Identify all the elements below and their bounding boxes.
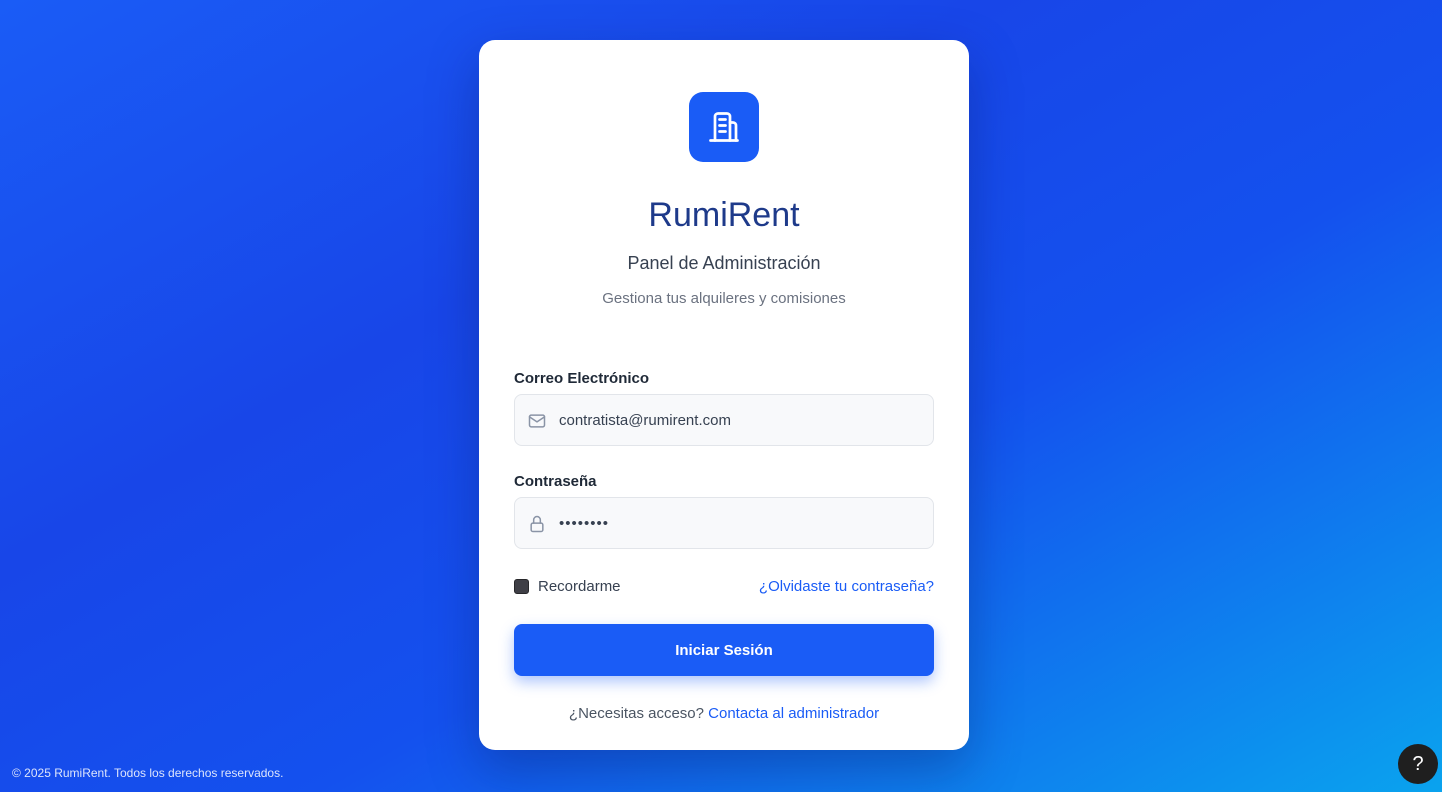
email-input[interactable] (559, 395, 919, 445)
logo-badge (689, 92, 759, 162)
access-prompt-text: ¿Necesitas acceso? (568, 705, 704, 722)
password-field[interactable] (514, 497, 934, 549)
login-button[interactable]: Iniciar Sesión (514, 624, 934, 676)
remember-checkbox[interactable] (514, 579, 529, 594)
help-button[interactable]: ? (1398, 744, 1438, 784)
lock-icon (530, 515, 544, 533)
access-prompt: ¿Necesitas acceso? Contacta al administr… (479, 705, 969, 722)
brand-title: RumiRent (648, 196, 800, 234)
password-label: Contraseña (514, 473, 597, 490)
contact-admin-link[interactable]: Contacta al administrador (708, 705, 879, 722)
building-icon (709, 112, 739, 142)
login-card: RumiRent Panel de Administración Gestion… (479, 40, 969, 750)
email-label: Correo Electrónico (514, 370, 650, 387)
page-subtitle: Panel de Administración (627, 253, 821, 273)
remember-label: Recordarme (538, 578, 621, 595)
forgot-password-link[interactable]: ¿Olvidaste tu contraseña? (759, 578, 934, 595)
tagline: Gestiona tus alquileres y comisiones (602, 290, 846, 307)
remember-me[interactable]: Recordarme (514, 578, 621, 595)
footer-copyright: © 2025 RumiRent. Todos los derechos rese… (12, 766, 284, 780)
email-field[interactable] (514, 394, 934, 446)
mail-icon (528, 414, 546, 428)
password-input[interactable] (559, 498, 919, 548)
